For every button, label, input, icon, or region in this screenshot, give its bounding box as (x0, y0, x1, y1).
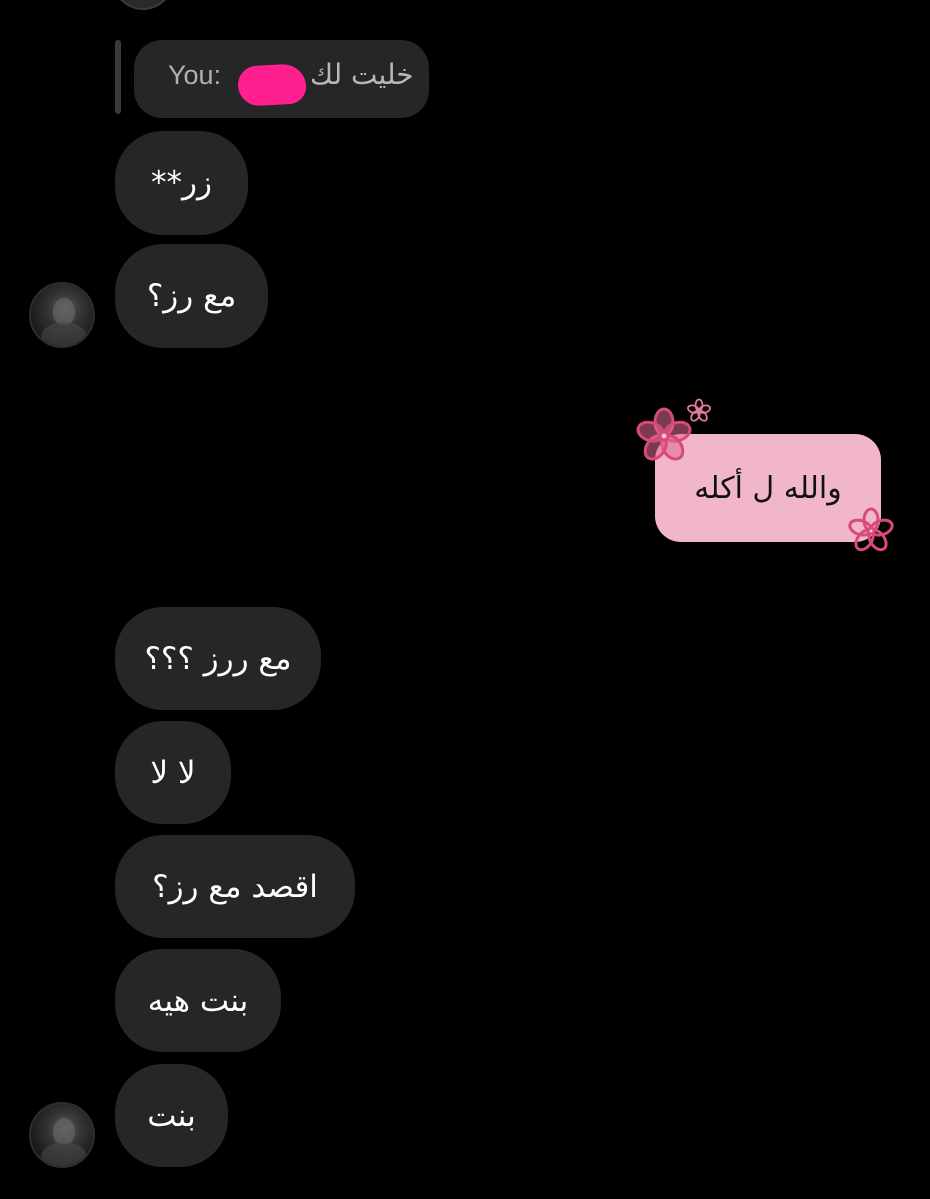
message-text: زر** (151, 165, 212, 201)
redaction-scribble (236, 63, 308, 107)
message-bubble[interactable]: بنت هيه (115, 949, 281, 1052)
avatar[interactable] (29, 282, 95, 348)
sent-text: والله ل أكله (694, 470, 842, 506)
message-text: بنت هيه (147, 982, 249, 1019)
message-text: اقصد مع رز؟ (152, 868, 318, 905)
avatar-figure (53, 1118, 75, 1144)
message-bubble[interactable]: مع رز؟ (115, 244, 268, 348)
message-bubble[interactable]: مع ررز ؟؟؟ (115, 607, 321, 710)
message-bubble[interactable]: اقصد مع رز؟ (115, 835, 355, 938)
message-text: بنت (147, 1097, 196, 1134)
message-text: مع ررز ؟؟؟ (144, 640, 292, 677)
avatar[interactable] (29, 1102, 95, 1168)
reply-text: خليت لك (310, 58, 414, 91)
message-bubble[interactable]: بنت (115, 1064, 228, 1167)
avatar-shoulders (41, 322, 87, 346)
reply-prefix: You: (168, 60, 222, 90)
message-bubble[interactable]: لا لا (115, 721, 231, 824)
message-text: مع رز؟ (146, 278, 237, 314)
message-bubble[interactable]: زر** (115, 131, 248, 235)
sent-message[interactable]: والله ل أكله (632, 396, 904, 560)
flower-icon (687, 398, 711, 422)
message-text: لا لا (150, 754, 196, 791)
avatar-figure (53, 298, 75, 324)
reply-indicator-bar (115, 40, 121, 114)
avatar-shoulders (41, 1142, 87, 1166)
flower-icon (848, 507, 894, 552)
reply-preview-bubble[interactable]: You: خليت لك (134, 40, 429, 118)
avatar-partial[interactable] (112, 0, 174, 10)
